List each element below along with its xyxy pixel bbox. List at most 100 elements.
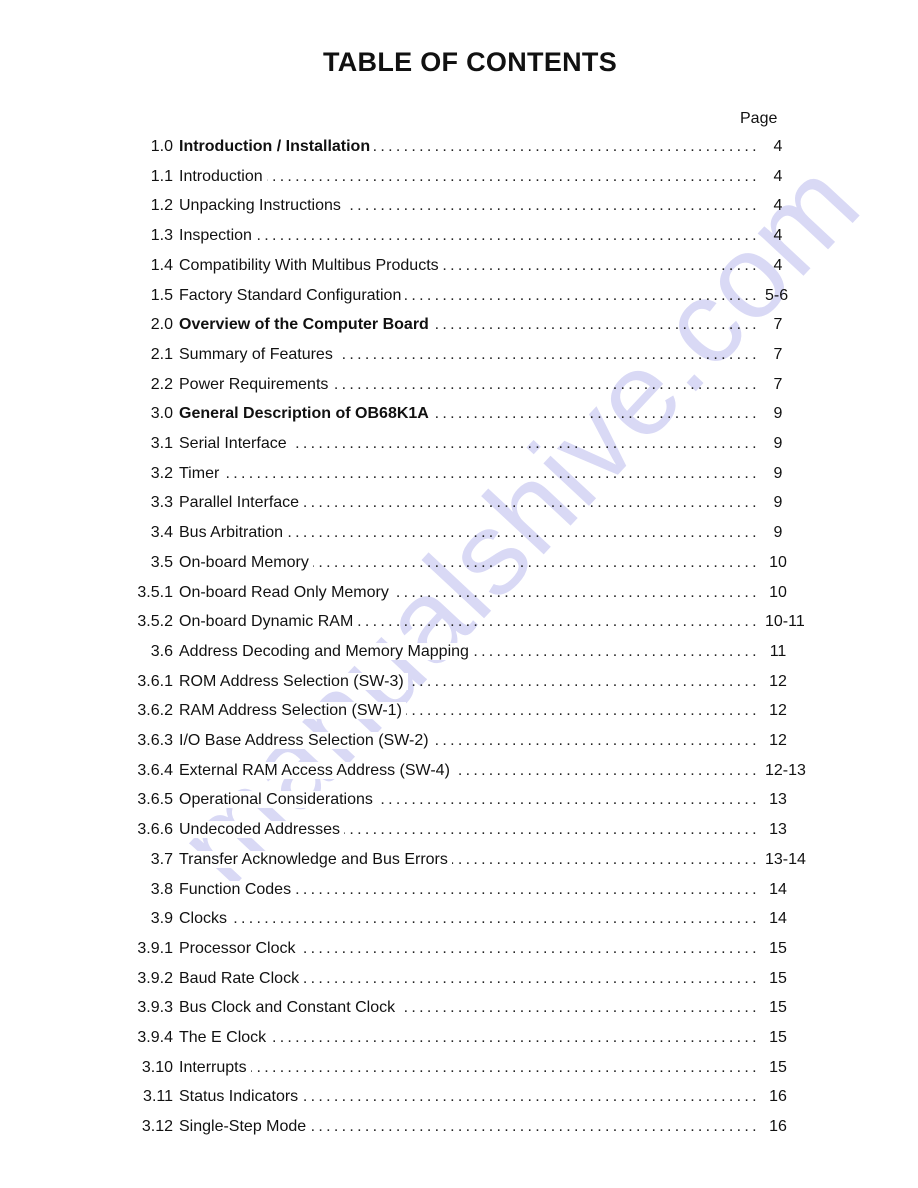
page-number: 15 [769,1058,787,1076]
page-number: 7 [773,375,783,393]
section-title: ROM Address Selection (SW-3) [179,672,408,690]
toc-entry[interactable]: 1.2 Unpacking Instructions...............… [0,195,918,217]
toc-entry[interactable]: 2.0 Overview of the Computer Board.......… [0,314,918,336]
toc-entry[interactable]: 1.3 Inspection...........................… [0,225,918,247]
toc-entry[interactable]: 3.6.5 Operational Considerations.........… [0,789,918,811]
section-title: Interrupts [179,1058,251,1076]
entry-label-leader: Transfer Acknowledge and Bus Errors.....… [179,849,760,871]
section-title: Compatibility With Multibus Products [179,256,443,274]
section-title: Baud Rate Clock [179,969,304,987]
toc-entry[interactable]: 3.9.1 Processor Clock....................… [0,938,918,960]
section-number: 1.2 [150,197,173,215]
section-number: 3.9 [150,910,173,928]
page-number: 14 [769,910,787,928]
toc-entry[interactable]: 3.3 Parallel Interface...................… [0,492,918,514]
section-number: 3.1 [150,435,173,452]
page-number: 7 [773,316,783,334]
section-number: 3.5.2 [137,613,173,631]
section-number: 2.0 [150,316,173,334]
toc-entry[interactable]: 3.6.2 RAM Address Selection (SW-1).......… [0,700,918,722]
entry-label-leader: Function Codes..........................… [179,879,760,901]
page-number: 9 [773,524,783,542]
entry-label-leader: Introduction............................… [179,166,760,188]
page-number: 10 [769,553,787,571]
section-title: Serial Interface [179,435,291,452]
toc-entry[interactable]: 3.10 Interrupts..........................… [0,1057,918,1079]
toc-entry[interactable]: 3.6.4 External RAM Access Address (SW-4).… [0,760,918,782]
toc-entry[interactable]: 3.6 Address Decoding and Memory Mapping..… [0,641,918,663]
section-number: 3.6 [150,642,173,660]
toc-entry[interactable]: 3.9.3 Bus Clock and Constant Clock.......… [0,997,918,1019]
page-number: 9 [773,435,783,452]
toc-entry[interactable]: 1.5 Factory Standard Configuration.......… [0,285,918,307]
page-number: 4 [773,197,783,215]
toc-entry[interactable]: 3.2 Timer................................… [0,463,918,485]
entry-label-leader: Operational Considerations..............… [179,789,760,811]
entry-label-leader: Bus Arbitration.........................… [179,522,760,544]
section-number: 3.11 [143,1088,173,1106]
section-number: 3.3 [150,494,173,512]
toc-entry[interactable]: 1.0 Introduction / Installation..........… [0,136,918,158]
page-number: 4 [773,256,783,274]
entry-label-leader: Timer...................................… [179,463,760,485]
toc-entry[interactable]: 2.1 Summary of Features..................… [0,344,918,366]
toc-entry[interactable]: 3.12 Single-Step Mode....................… [0,1116,918,1138]
page-number: 12 [769,732,787,749]
section-number: 3.9.2 [137,969,173,987]
page-number: 10-11 [765,613,805,631]
entry-label-leader: Interrupts..............................… [179,1057,760,1079]
section-number: 1.1 [150,167,173,185]
toc-entry[interactable]: 3.8 Function Codes.......................… [0,879,918,901]
toc-entry[interactable]: 3.6.6 Undecoded Addresses................… [0,819,918,841]
entry-label-leader: Processor Clock.........................… [179,938,760,960]
toc-entry[interactable]: 3.6.3 I/O Base Address Selection (SW-2)..… [0,730,918,752]
section-number: 3.5 [150,553,173,571]
page-number: 12 [769,702,787,720]
entry-label-leader: Parallel Interface......................… [179,492,760,514]
toc-entry[interactable]: 3.9 Clocks...............................… [0,908,918,930]
entry-label-leader: Unpacking Instructions..................… [179,195,760,217]
page-number: 12 [769,672,787,690]
dot-leader: ........................................… [179,910,760,928]
section-title: I/O Base Address Selection (SW-2) [179,732,433,749]
section-title: Timer [179,464,224,482]
section-title: Address Decoding and Memory Mapping [179,642,473,660]
page-number: 16 [769,1118,787,1136]
toc-entry[interactable]: 3.5 On-board Memory......................… [0,552,918,574]
toc-entry[interactable]: 1.1 Introduction.........................… [0,166,918,188]
section-number: 1.4 [150,256,173,274]
toc-entry[interactable]: 2.2 Power Requirements...................… [0,374,918,396]
toc-entry[interactable]: 3.11 Status Indicators...................… [0,1086,918,1108]
section-title: On-board Read Only Memory [179,583,393,601]
dot-leader: ........................................… [179,464,760,482]
section-title: Power Requirements [179,375,333,393]
toc-entry[interactable]: 3.5.2 On-board Dynamic RAM...............… [0,611,918,633]
entry-label-leader: Undecoded Addresses.....................… [179,819,760,841]
toc-entry[interactable]: 3.7 Transfer Acknowledge and Bus Errors..… [0,849,918,871]
toc-entry[interactable]: 3.1 Serial Interface.....................… [0,433,918,455]
toc-entry[interactable]: 1.4 Compatibility With Multibus Products.… [0,255,918,277]
section-number: 3.6.4 [137,761,173,779]
toc-entry[interactable]: 3.6.1 ROM Address Selection (SW-3).......… [0,671,918,693]
page-number: 13 [769,791,787,809]
entry-label-leader: General Description of OB68K1A..........… [179,403,760,425]
section-number: 3.9.4 [137,1029,173,1046]
section-number: 3.6.1 [137,672,173,690]
section-number: 3.12 [141,1118,173,1136]
toc-entry[interactable]: 3.0 General Description of OB68K1A.......… [0,403,918,425]
dot-leader: ........................................… [179,1058,760,1076]
section-title: Unpacking Instructions [179,197,345,215]
page-number: 9 [773,494,783,512]
toc-entry[interactable]: 3.9.2 Baud Rate Clock....................… [0,968,918,990]
section-title: On-board Dynamic RAM [179,613,358,631]
entry-label-leader: Summary of Features.....................… [179,344,760,366]
section-number: 3.6.2 [137,702,173,720]
toc-entry[interactable]: 3.5.1 On-board Read Only Memory..........… [0,582,918,604]
entry-label-leader: Single-Step Mode........................… [179,1116,760,1138]
section-number: 3.0 [150,405,173,423]
toc-entry[interactable]: 3.9.4 The E Clock........................… [0,1027,918,1049]
entry-label-leader: The E Clock.............................… [179,1027,760,1049]
dot-leader: ........................................… [179,227,760,245]
toc-entry[interactable]: 3.4 Bus Arbitration......................… [0,522,918,544]
section-title: External RAM Access Address (SW-4) [179,761,454,779]
